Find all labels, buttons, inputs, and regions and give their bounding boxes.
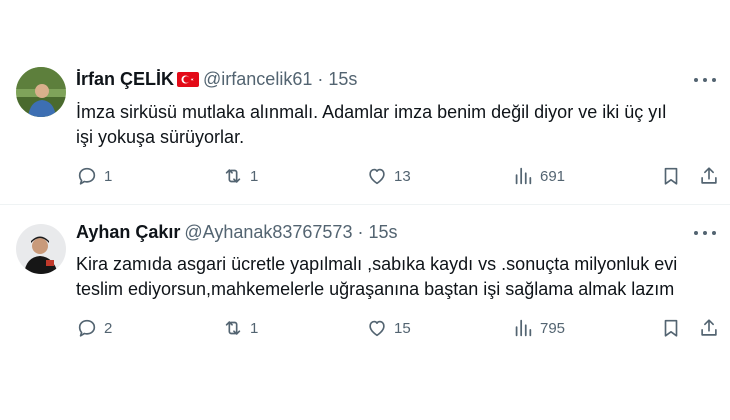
tweet[interactable]: İrfan ÇELİK @irfancelik61 · 15s İmza sir… <box>0 0 730 205</box>
like-icon <box>369 320 385 337</box>
tweet-text-line: İmza sirküsü mutlaka alınmalı. Adamlar i… <box>76 102 667 122</box>
views-button[interactable]: 795 <box>512 315 565 341</box>
like-count: 13 <box>394 167 411 185</box>
views-button[interactable]: 691 <box>512 163 565 189</box>
like-button[interactable]: 13 <box>366 163 411 189</box>
reply-icon <box>78 319 96 337</box>
tweet-header: İrfan ÇELİK @irfancelik61 · 15s <box>76 67 357 91</box>
tweet-text-line: işi yokuşa sürüyorlar. <box>76 127 245 147</box>
retweet-icon <box>225 169 241 183</box>
separator-dot: · <box>357 221 364 242</box>
tweet-text-line: Kira zamıda asgari ücretle yapılmalı ,sa… <box>76 254 678 274</box>
timestamp[interactable]: 15s <box>328 69 357 90</box>
separator-dot: · <box>317 68 324 89</box>
like-button[interactable]: 15 <box>366 315 411 341</box>
bookmark-button[interactable] <box>660 315 682 341</box>
share-icon <box>701 167 717 184</box>
display-name[interactable]: İrfan ÇELİK <box>76 69 174 90</box>
views-icon <box>515 167 532 185</box>
action-bar: 2 1 15 795 <box>76 315 724 341</box>
turkey-flag-icon <box>177 71 200 87</box>
bookmark-icon <box>664 319 678 337</box>
more-icon[interactable] <box>694 224 716 242</box>
view-count: 691 <box>540 167 566 185</box>
avatar[interactable] <box>16 67 66 117</box>
tweet-text: İmza sirküsü mutlaka alınmalı. Adamlar i… <box>76 100 716 150</box>
reply-button[interactable]: 1 <box>76 163 112 189</box>
retweet-button[interactable]: 1 <box>222 315 258 341</box>
tweet[interactable]: Ayhan Çakır @Ayhanak83767573 · 15s Kira … <box>0 205 730 420</box>
share-icon <box>701 319 717 336</box>
avatar[interactable] <box>16 224 66 274</box>
retweet-count: 1 <box>250 167 259 185</box>
tweet-text: Kira zamıda asgari ücretle yapılmalı ,sa… <box>76 252 716 302</box>
views-icon <box>515 319 532 337</box>
user-handle[interactable]: @Ayhanak83767573 <box>184 222 352 243</box>
bookmark-icon <box>664 167 678 185</box>
view-count: 795 <box>540 319 566 337</box>
action-bar: 1 1 13 691 <box>76 163 724 189</box>
retweet-count: 1 <box>250 319 259 337</box>
timestamp[interactable]: 15s <box>368 222 397 243</box>
reply-button[interactable]: 2 <box>76 315 112 341</box>
user-handle[interactable]: @irfancelik61 <box>203 69 312 90</box>
tweet-feed: İrfan ÇELİK @irfancelik61 · 15s İmza sir… <box>0 0 730 420</box>
bookmark-button[interactable] <box>660 163 682 189</box>
reply-count: 1 <box>104 167 113 185</box>
like-icon <box>369 168 385 185</box>
tweet-text-line: teslim ediyorsun,mahkemelerle uğraşanına… <box>76 279 675 299</box>
share-button[interactable] <box>698 163 720 189</box>
more-icon[interactable] <box>694 71 716 89</box>
like-count: 15 <box>394 319 411 337</box>
display-name[interactable]: Ayhan Çakır <box>76 222 180 243</box>
retweet-icon <box>225 321 241 335</box>
reply-icon <box>78 167 96 185</box>
retweet-button[interactable]: 1 <box>222 163 258 189</box>
share-button[interactable] <box>698 315 720 341</box>
tweet-header: Ayhan Çakır @Ayhanak83767573 · 15s <box>76 220 398 244</box>
reply-count: 2 <box>104 319 113 337</box>
